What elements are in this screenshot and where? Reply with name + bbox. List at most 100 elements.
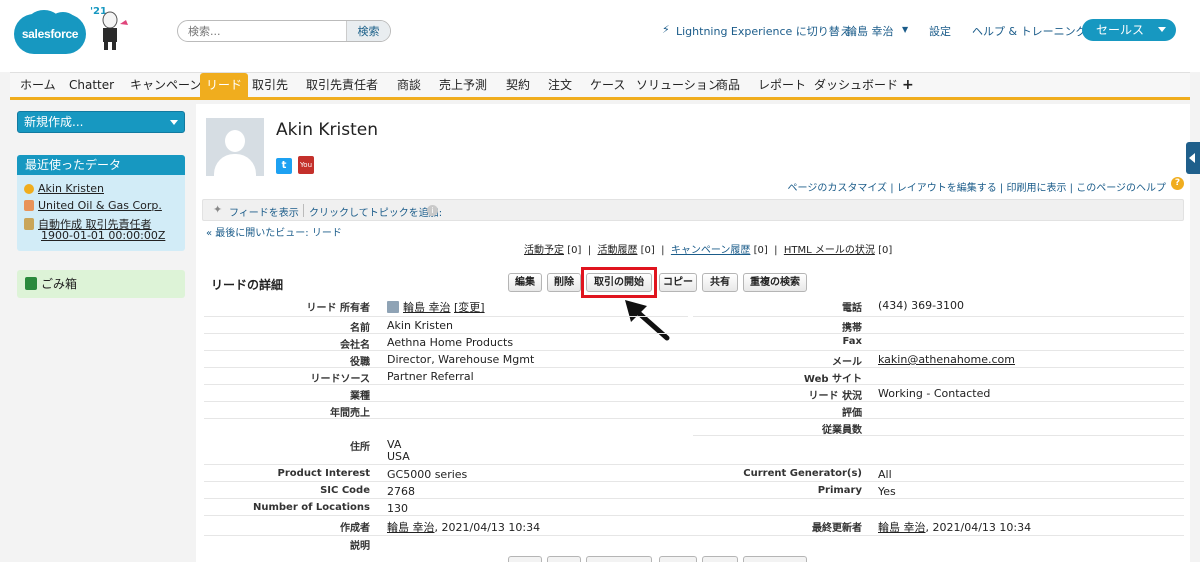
- tab-add-icon[interactable]: +: [902, 73, 914, 98]
- setup-link[interactable]: 設定: [929, 23, 951, 39]
- sidebar-collapse-handle[interactable]: [1186, 142, 1200, 174]
- search-button[interactable]: 検索: [346, 21, 390, 41]
- owner-link[interactable]: 輪島 幸治: [403, 301, 451, 314]
- tab-products[interactable]: 商品: [716, 73, 740, 98]
- open-activities-link[interactable]: 活動予定: [524, 245, 564, 256]
- edit-button[interactable]: 編集: [508, 273, 542, 292]
- tab-campaigns[interactable]: キャンペーン: [130, 73, 201, 98]
- youtube-icon[interactable]: You: [298, 156, 314, 174]
- copy-button[interactable]: コピー: [659, 273, 697, 292]
- tab-dashboards[interactable]: ダッシュボード: [814, 73, 898, 98]
- tab-accounts[interactable]: 取引先: [252, 73, 288, 98]
- change-owner-link[interactable]: [変更]: [454, 301, 485, 314]
- lead-source-value: Partner Referral: [387, 370, 474, 383]
- address-line2: USA: [387, 450, 410, 463]
- twitter-icon[interactable]: t: [276, 158, 292, 174]
- tab-orders[interactable]: 注文: [548, 73, 572, 98]
- recent-item-label: United Oil & Gas Corp.: [38, 199, 162, 212]
- lead-icon: [24, 184, 34, 194]
- search-input[interactable]: [178, 21, 348, 41]
- html-email-status-link[interactable]: HTML メールの状況: [784, 245, 875, 256]
- help-training-link[interactable]: ヘルプ & トレーニング: [972, 23, 1087, 39]
- user-icon: [387, 301, 399, 313]
- current-generator-value: All: [878, 468, 892, 481]
- add-topic-link[interactable]: クリックしてトピックを追加:: [309, 204, 442, 219]
- created-by-label: 作成者: [340, 523, 370, 534]
- row-divider: [204, 535, 1184, 536]
- recent-items-title: 最近使ったデータ: [17, 155, 185, 175]
- highlight-box: [581, 267, 657, 298]
- recent-item-sub[interactable]: 1900-01-01 00:00:00Z: [41, 229, 165, 242]
- recent-item-account[interactable]: United Oil & Gas Corp.: [24, 199, 162, 212]
- row-divider: [204, 498, 1184, 499]
- record-name: Akin Kristen: [276, 120, 378, 140]
- row-divider: [204, 464, 1184, 465]
- row-divider: [204, 316, 688, 317]
- show-feed-link[interactable]: フィードを表示: [229, 204, 299, 219]
- chevron-down-icon: [170, 120, 178, 125]
- created-by-value: 輪島 幸治, 2021/04/13 10:34: [387, 519, 540, 535]
- find-duplicates-button[interactable]: 重複の検索: [743, 273, 807, 292]
- logo-text: salesforce: [21, 27, 79, 41]
- feed-icon: ✦: [213, 203, 223, 216]
- tab-reports[interactable]: レポート: [758, 73, 806, 98]
- title-label: 役職: [350, 357, 370, 368]
- contact-icon: [24, 218, 34, 230]
- tab-contracts[interactable]: 契約: [506, 73, 530, 98]
- page-action-links[interactable]: ページのカスタマイズ | レイアウトを編集する | 印刷用に表示 | このページ…: [788, 179, 1166, 194]
- recycle-bin-label: ごみ箱: [41, 277, 78, 291]
- primary-value: Yes: [878, 485, 896, 498]
- last-modified-user-link[interactable]: 輪島 幸治: [878, 521, 926, 534]
- tab-contacts[interactable]: 取引先責任者: [306, 73, 378, 98]
- salesforce-logo[interactable]: salesforce: [14, 10, 86, 56]
- tab-solutions[interactable]: ソリューション: [636, 73, 720, 98]
- tab-forecasts[interactable]: 売上予測: [439, 73, 487, 98]
- fax-label: Fax: [842, 336, 862, 347]
- locations-value: 130: [387, 502, 408, 515]
- share-button[interactable]: 共有: [702, 273, 738, 292]
- tab-chatter[interactable]: Chatter: [69, 73, 114, 98]
- lead-status-value: Working - Contacted: [878, 387, 991, 400]
- created-by-user-link[interactable]: 輪島 幸治: [387, 521, 435, 534]
- user-menu[interactable]: 輪島 幸治: [846, 23, 894, 39]
- delete-button[interactable]: 削除: [547, 273, 581, 292]
- convert-lead-button-bottom[interactable]: [586, 556, 652, 562]
- email-link[interactable]: kakin@athenahome.com: [878, 353, 1015, 366]
- tab-opportunities[interactable]: 商談: [397, 73, 421, 98]
- feed-bar: ✦ フィードを表示 クリックしてトピックを追加: i: [202, 199, 1184, 221]
- recent-item-lead[interactable]: Akin Kristen: [24, 182, 104, 195]
- last-modified-date: , 2021/04/13 10:34: [925, 521, 1032, 534]
- row-divider: [693, 316, 1184, 317]
- edit-button-bottom[interactable]: [508, 556, 542, 562]
- industry-label: 業種: [350, 391, 370, 402]
- recycle-bin-link[interactable]: ごみ箱: [17, 270, 185, 298]
- chevron-left-icon: [1189, 153, 1195, 163]
- recent-items-panel: 最近使ったデータ Akin Kristen United Oil & Gas C…: [17, 155, 185, 251]
- delete-button-bottom[interactable]: [547, 556, 581, 562]
- tab-leads[interactable]: リード: [200, 73, 249, 98]
- global-header: salesforce '21 検索 ⚡ Lightning Experience…: [0, 0, 1200, 72]
- phone-label: 電話: [842, 303, 862, 314]
- tab-home[interactable]: ホーム: [20, 73, 56, 98]
- find-duplicates-button-bottom[interactable]: [743, 556, 807, 562]
- back-to-list-link[interactable]: « 最後に開いたビュー: リード: [206, 224, 342, 239]
- activity-history-link[interactable]: 活動履歴: [597, 245, 637, 256]
- copy-button-bottom[interactable]: [659, 556, 697, 562]
- row-divider: [693, 435, 1184, 436]
- create-new-button[interactable]: 新規作成...: [17, 111, 185, 133]
- current-generator-label: Current Generator(s): [743, 468, 862, 479]
- user-menu-chevron-icon[interactable]: ▼: [902, 25, 908, 34]
- rating-label: 評価: [842, 408, 862, 419]
- help-icon[interactable]: ?: [1171, 177, 1184, 190]
- recent-item-label: Akin Kristen: [38, 182, 104, 195]
- app-switcher[interactable]: セールス: [1082, 19, 1176, 41]
- company-value: Aethna Home Products: [387, 336, 514, 349]
- campaign-history-link[interactable]: キャンペーン履歴: [671, 245, 751, 256]
- share-button-bottom[interactable]: [702, 556, 738, 562]
- lightning-switch-link[interactable]: Lightning Experience に切り替え: [676, 23, 851, 39]
- global-search: 検索: [177, 20, 391, 42]
- lead-source-label: リードソース: [310, 374, 371, 385]
- owner-value: 輪島 幸治 [変更]: [387, 299, 485, 315]
- info-icon[interactable]: i: [427, 205, 438, 216]
- tab-cases[interactable]: ケース: [590, 73, 625, 98]
